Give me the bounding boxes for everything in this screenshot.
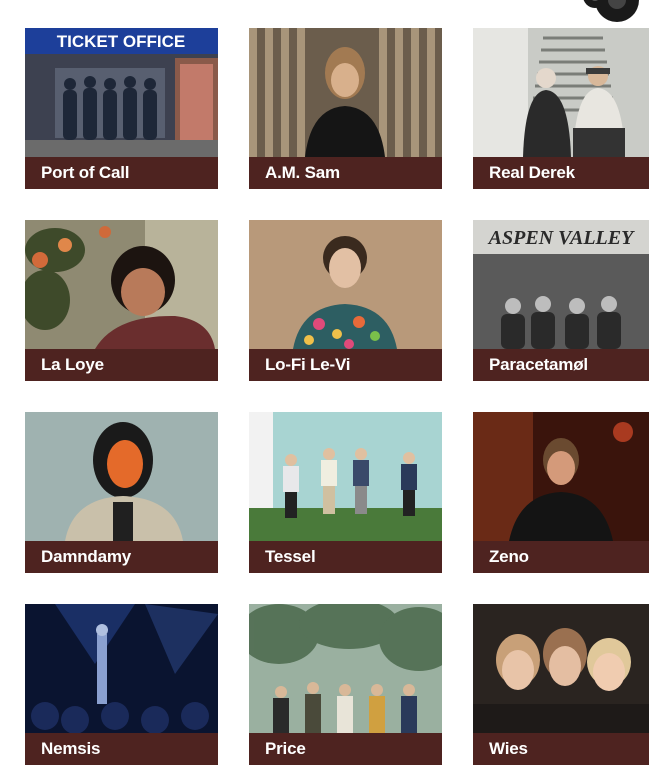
artist-card[interactable]: Zeno: [473, 412, 649, 573]
artist-name: Port of Call: [25, 157, 218, 189]
portrait-floral-shirt-photo: [249, 220, 442, 349]
artist-card[interactable]: Wies: [473, 604, 649, 765]
band-at-ticket-office-photo: TICKET OFFICE: [25, 28, 218, 157]
portrait-against-slatted-wall-photo: [249, 28, 442, 157]
artist-name: Damndamy: [25, 541, 218, 573]
artist-card[interactable]: A.M. Sam: [249, 28, 442, 189]
aspen-valley-sign: ASPEN VALLEY: [487, 227, 635, 249]
artist-card[interactable]: Damndamy: [25, 412, 218, 573]
masked-hooded-figure-photo: [25, 412, 218, 541]
artist-name: Tessel: [249, 541, 442, 573]
artist-card[interactable]: Tessel: [249, 412, 442, 573]
artist-name: A.M. Sam: [249, 157, 442, 189]
artist-card[interactable]: La Loye: [25, 220, 218, 381]
artist-name: Zeno: [473, 541, 649, 573]
live-stage-blue-light-photo: [25, 604, 218, 733]
band-on-grass-photo: [249, 412, 442, 541]
artist-name: Price: [249, 733, 442, 765]
artist-name: Paracetamøl: [473, 349, 649, 381]
artist-name: Lo-Fi Le-Vi: [249, 349, 442, 381]
duo-on-stairs-photo: [473, 28, 649, 157]
artist-card[interactable]: TICKET OFFICE Port of Call: [25, 28, 218, 189]
artist-grid: TICKET OFFICE Port of Call A.M. Sam Real…: [25, 28, 649, 765]
band-outside-shop-photo: ASPEN VALLEY: [473, 220, 649, 349]
vinyl-record-icon: [583, 0, 639, 22]
band-under-trees-photo: [249, 604, 442, 733]
artist-card[interactable]: Real Derek: [473, 28, 649, 189]
trio-portrait-photo: [473, 604, 649, 733]
artist-name: Wies: [473, 733, 649, 765]
portrait-night-street-photo: [473, 412, 649, 541]
artist-card[interactable]: Nemsis: [25, 604, 218, 765]
portrait-with-flowers-photo: [25, 220, 218, 349]
ticket-office-sign: TICKET OFFICE: [57, 32, 185, 51]
artist-name: Nemsis: [25, 733, 218, 765]
artist-card[interactable]: Price: [249, 604, 442, 765]
artist-card[interactable]: ASPEN VALLEY Paracetamøl: [473, 220, 649, 381]
artist-card[interactable]: Lo-Fi Le-Vi: [249, 220, 442, 381]
artist-name: La Loye: [25, 349, 218, 381]
artist-name: Real Derek: [473, 157, 649, 189]
